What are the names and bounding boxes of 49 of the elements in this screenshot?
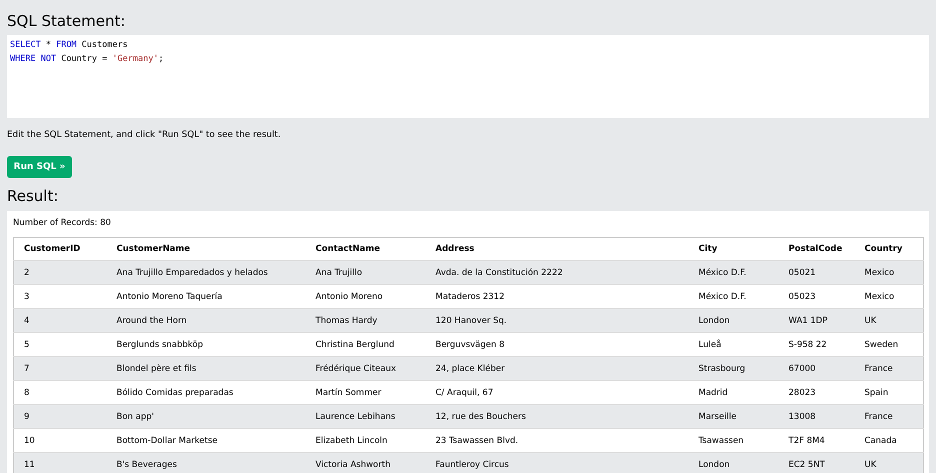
table-cell: Fauntleroy Circus	[426, 452, 688, 473]
table-cell: Bon app'	[106, 404, 306, 428]
result-heading: Result:	[7, 186, 60, 207]
table-cell: 9	[14, 404, 106, 428]
table-cell: Avda. de la Constitución 2222	[426, 260, 688, 284]
table-cell: London	[688, 452, 778, 473]
table-cell: 12, rue des Bouchers	[426, 404, 688, 428]
column-header: Address	[426, 238, 688, 260]
table-cell: France	[854, 356, 924, 380]
column-header: PostalCode	[778, 238, 854, 260]
table-cell: B's Beverages	[106, 452, 306, 473]
table-cell: 7	[14, 356, 106, 380]
table-cell: London	[688, 308, 778, 332]
table-cell: Marseille	[688, 404, 778, 428]
table-cell: Frédérique Citeaux	[306, 356, 426, 380]
code-line: WHERE NOT Country = 'Germany';	[10, 53, 164, 66]
table-cell: 11	[14, 452, 106, 473]
table-cell: Victoria Ashworth	[306, 452, 426, 473]
table-cell: WA1 1DP	[778, 308, 854, 332]
table-cell: UK	[854, 452, 924, 473]
table-cell: EC2 5NT	[778, 452, 854, 473]
column-header: City	[688, 238, 778, 260]
table-cell: UK	[854, 308, 924, 332]
table-cell: France	[854, 404, 924, 428]
column-header: ContactName	[306, 238, 426, 260]
table-cell: 13008	[778, 404, 854, 428]
record-count: Number of Records: 80	[13, 217, 111, 230]
table-cell: 4	[14, 308, 106, 332]
column-header: CustomerID	[14, 238, 106, 260]
table-cell: Thomas Hardy	[306, 308, 426, 332]
column-header: Country	[854, 238, 924, 260]
table-cell: 24, place Kléber	[426, 356, 688, 380]
table-cell: Strasbourg	[688, 356, 778, 380]
table-cell: 67000	[778, 356, 854, 380]
instructions-text: Edit the SQL Statement, and click "Run SQL" to see the result.	[7, 129, 282, 142]
table-cell: México D.F.	[688, 260, 778, 284]
sql-heading: SQL Statement:	[7, 11, 126, 32]
table-cell: Ana Trujillo	[306, 260, 426, 284]
table-cell: Laurence Lebihans	[306, 404, 426, 428]
table-cell: Around the Horn	[106, 308, 306, 332]
table-cell: Blondel père et fils	[106, 356, 306, 380]
table-cell: 120 Hanover Sq.	[426, 308, 688, 332]
table-cell: Ana Trujillo Emparedados y helados	[106, 260, 306, 284]
table-cell: Mexico	[854, 260, 924, 284]
table-cell: 2	[14, 260, 106, 284]
code-line: SELECT * FROM Customers	[10, 39, 128, 52]
sql-editor[interactable]: SELECT * FROM Customers WHERE NOT Country = 'Germany';	[7, 35, 929, 118]
column-header: CustomerName	[106, 238, 306, 260]
table-cell: 05021	[778, 260, 854, 284]
